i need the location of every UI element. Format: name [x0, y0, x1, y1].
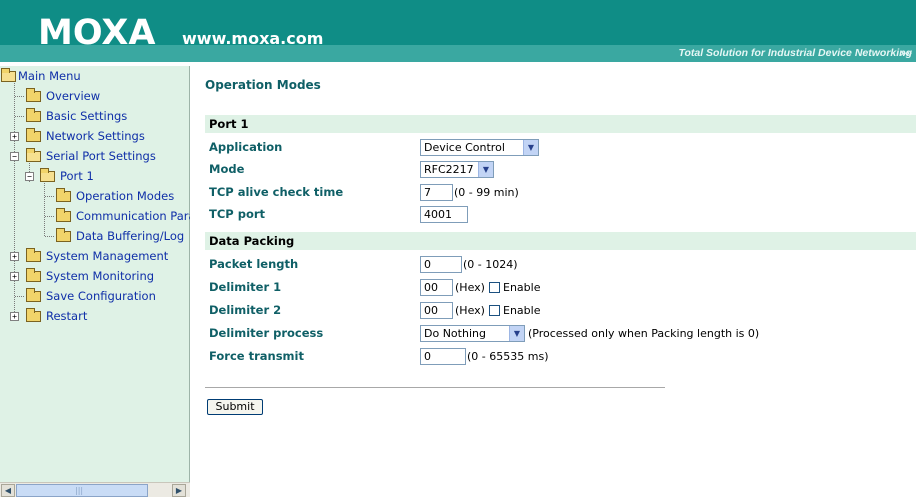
tcp-alive-check-label: TCP alive check time	[209, 185, 344, 199]
delimiter1-enable-label: Enable	[503, 281, 541, 294]
tagline-label: Total Solution for Industrial Device Net…	[678, 47, 912, 59]
tree-label: Operation Modes	[76, 189, 175, 203]
tcp-alive-check-range: (0 - 99 min)	[454, 186, 519, 199]
tree-label: Serial Port Settings	[46, 149, 156, 163]
tree-connector	[15, 296, 24, 297]
tree-label: Save Configuration	[46, 289, 156, 303]
folder-open-icon	[26, 148, 41, 162]
expand-plus-icon[interactable]: +	[10, 272, 19, 281]
delimiter-process-value: Do Nothing	[424, 327, 486, 340]
folder-icon	[26, 308, 41, 322]
header-banner: MOXA www.moxa.com »» Total Solution for …	[0, 0, 916, 62]
packet-length-range: (0 - 1024)	[463, 258, 518, 271]
tree-label: Network Settings	[46, 129, 145, 143]
tree-label: Main Menu	[18, 69, 81, 83]
tree-label: System Management	[46, 249, 169, 263]
main-content: Operation Modes Port 1 Application Devic…	[191, 66, 916, 497]
folder-icon	[56, 208, 71, 222]
delimiter-process-note: (Processed only when Packing length is 0…	[528, 327, 760, 340]
tcp-port-input[interactable]: 4001	[420, 206, 468, 223]
folder-icon	[26, 128, 41, 142]
application-select[interactable]: Device Control ▼	[420, 139, 539, 156]
tree-connector	[15, 96, 24, 97]
expand-plus-icon[interactable]: +	[10, 132, 19, 141]
navigation-tree: Main Menu Overview Basic Settings + Netw…	[0, 66, 190, 482]
tree-label: Data Buffering/Log	[76, 229, 185, 243]
folder-open-icon	[40, 168, 55, 182]
delimiter1-input[interactable]: 00	[420, 279, 453, 296]
folder-icon	[26, 288, 41, 302]
application-value: Device Control	[424, 141, 505, 154]
expand-plus-icon[interactable]: +	[10, 312, 19, 321]
mode-select[interactable]: RFC2217 ▼	[420, 161, 494, 178]
navigation-tree-frame: Main Menu Overview Basic Settings + Netw…	[0, 66, 190, 497]
scroll-left-icon[interactable]: ◀	[1, 484, 15, 497]
folder-icon	[26, 88, 41, 102]
application-label: Application	[209, 140, 283, 154]
delimiter2-input[interactable]: 00	[420, 302, 453, 319]
scroll-thumb[interactable]: |||	[16, 484, 148, 497]
collapse-minus-icon[interactable]: −	[25, 172, 34, 181]
chevron-down-icon: ▼	[523, 140, 538, 155]
delimiter1-label: Delimiter 1	[209, 280, 282, 294]
tree-connector	[44, 180, 45, 236]
folder-icon	[56, 228, 71, 242]
delimiter-process-label: Delimiter process	[209, 326, 324, 340]
form-divider	[205, 387, 665, 388]
force-transmit-input[interactable]: 0	[420, 348, 466, 365]
delimiter1-hex: (Hex)	[455, 281, 485, 294]
tcp-alive-check-input[interactable]: 7	[420, 184, 453, 201]
tree-connector	[45, 196, 54, 197]
chevron-down-icon: ▼	[478, 162, 493, 177]
page-title: Operation Modes	[205, 78, 321, 92]
chevron-down-icon: ▼	[509, 326, 524, 341]
tree-connector	[45, 216, 54, 217]
tree-label: Overview	[46, 89, 101, 103]
force-transmit-label: Force transmit	[209, 349, 304, 363]
packet-length-label: Packet length	[209, 257, 299, 271]
mode-label: Mode	[209, 162, 245, 176]
tree-connector	[45, 236, 54, 237]
delimiter2-enable-checkbox[interactable]	[489, 305, 500, 316]
tree-connector	[15, 116, 24, 117]
tree-label: Communication Para	[76, 209, 190, 223]
delimiter2-label: Delimiter 2	[209, 303, 282, 317]
folder-icon	[26, 108, 41, 122]
mode-value: RFC2217	[424, 163, 474, 176]
tagline-bar: »» Total Solution for Industrial Device …	[0, 45, 916, 62]
delimiter2-enable-label: Enable	[503, 304, 541, 317]
collapse-minus-icon[interactable]: −	[10, 152, 19, 161]
delimiter1-enable-checkbox[interactable]	[489, 282, 500, 293]
tree-label: Port 1	[60, 169, 94, 183]
packet-length-input[interactable]: 0	[420, 256, 462, 273]
expand-plus-icon[interactable]: +	[10, 252, 19, 261]
folder-open-icon	[1, 68, 16, 82]
section-port-header: Port 1	[205, 115, 916, 133]
delimiter-process-select[interactable]: Do Nothing ▼	[420, 325, 525, 342]
force-transmit-range: (0 - 65535 ms)	[467, 350, 549, 363]
submit-button[interactable]: Submit	[207, 399, 263, 415]
tree-label: Restart	[46, 309, 88, 323]
scroll-grip-icon: |||	[75, 486, 84, 495]
tree-label: Basic Settings	[46, 109, 128, 123]
folder-icon	[56, 188, 71, 202]
tcp-port-label: TCP port	[209, 207, 266, 221]
folder-icon	[26, 248, 41, 262]
folder-icon	[26, 268, 41, 282]
scroll-right-icon[interactable]: ▶	[172, 484, 186, 497]
horizontal-scrollbar[interactable]: ◀ ||| ▶	[0, 482, 190, 497]
section-data-packing-header: Data Packing	[205, 232, 916, 250]
tree-label: System Monitoring	[46, 269, 155, 283]
delimiter2-hex: (Hex)	[455, 304, 485, 317]
